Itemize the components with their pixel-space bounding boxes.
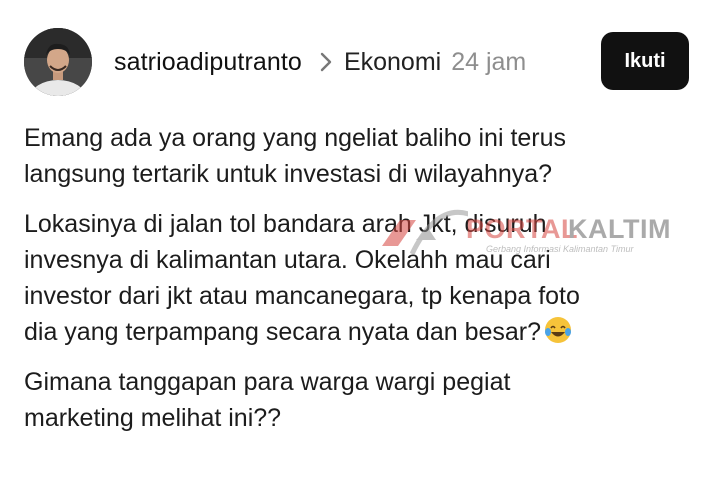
chevron-right-icon <box>320 52 332 72</box>
post-line: invesnya di kalimantan utara. Okelahh ma… <box>24 246 551 274</box>
post-line: Gimana tanggapan para warga wargi pegiat <box>24 368 511 396</box>
follow-button[interactable]: Ikuti <box>601 32 689 90</box>
profile-avatar[interactable] <box>24 28 92 96</box>
avatar-photo <box>24 28 92 96</box>
post-line: langsung tertarik untuk investasi di wil… <box>24 160 553 188</box>
post-header: satrioadiputranto Ekonomi 24 jam <box>114 44 526 80</box>
face-with-tears-of-joy-emoji <box>545 317 572 343</box>
post-line: marketing melihat ini?? <box>24 404 282 432</box>
post-paragraph-2: Lokasinya di jalan tol bandara arah Jkt,… <box>24 206 704 350</box>
post-line-text: dia yang terpampang secara nyata dan bes… <box>24 318 542 346</box>
post-paragraph-3: Gimana tanggapan para warga wargi pegiat… <box>24 364 704 436</box>
topic-link[interactable]: Ekonomi <box>344 48 441 77</box>
post-line: investor dari jkt atau mancanegara, tp k… <box>24 282 580 310</box>
post-line-with-emoji: dia yang terpampang secara nyata dan bes… <box>24 314 704 350</box>
post-line: Lokasinya di jalan tol bandara arah Jkt,… <box>24 210 547 238</box>
post-paragraph-1: Emang ada ya orang yang ngeliat baliho i… <box>24 120 704 192</box>
post-line: Emang ada ya orang yang ngeliat baliho i… <box>24 124 567 152</box>
post-timestamp: 24 jam <box>451 47 527 76</box>
username-link[interactable]: satrioadiputranto <box>114 48 302 77</box>
post-body: Emang ada ya orang yang ngeliat baliho i… <box>24 120 704 450</box>
